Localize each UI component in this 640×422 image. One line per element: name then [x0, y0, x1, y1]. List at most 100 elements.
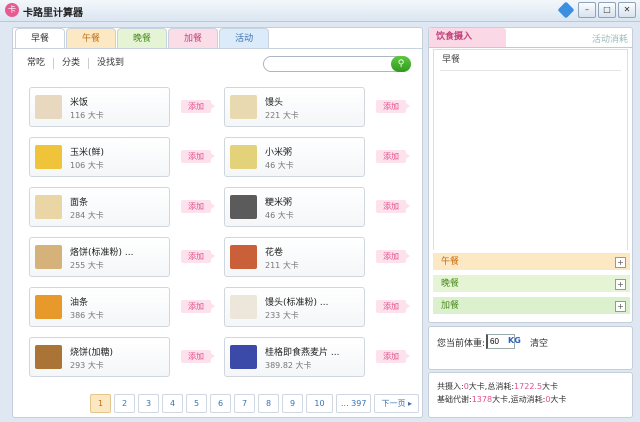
next-page-label: 下一页 [381, 399, 406, 408]
bmr-value: 1378 [471, 395, 493, 404]
food-card[interactable]: 油条 386 大卡 [29, 287, 170, 327]
food-thumbnail [35, 245, 62, 269]
meal-tabs: 早餐 午餐 晚餐 加餐 活动 [15, 28, 270, 49]
food-thumbnail [35, 95, 62, 119]
bmr-unit: 大卡,运动消耗: [492, 395, 546, 404]
page-button-last[interactable]: ... 397 [336, 394, 372, 413]
expand-icon[interactable]: + [615, 301, 626, 312]
add-food-button[interactable]: 添加 [181, 200, 215, 213]
bmr-label: 基础代谢: [437, 395, 472, 404]
food-calories: 116 大卡 [70, 111, 104, 120]
breakfast-list: 早餐 [433, 49, 628, 250]
food-calories: 46 大卡 [265, 161, 294, 170]
food-name: 粳米粥 [265, 198, 293, 208]
maximize-button[interactable]: □ [598, 2, 616, 18]
add-food-button[interactable]: 添加 [181, 300, 215, 313]
pagination: 1 2 3 4 5 6 7 8 9 10 ... 397 下一页 ▸ [90, 394, 420, 413]
summary-line-1: 共摄入:0大卡,总消耗:1722.5大卡 [437, 381, 558, 392]
total-burn-value: 1722.5 [514, 382, 543, 391]
food-card[interactable]: 粳米粥 46 大卡 [224, 187, 365, 227]
page-button[interactable]: 6 [210, 394, 231, 413]
food-card[interactable]: 玉米(鲜) 106 大卡 [29, 137, 170, 177]
expand-icon[interactable]: + [615, 279, 626, 290]
food-card[interactable]: 面条 284 大卡 [29, 187, 170, 227]
next-page-button[interactable]: 下一页 ▸ [374, 394, 420, 413]
search-box: ⚲ [263, 56, 411, 72]
food-card[interactable]: 米饭 116 大卡 [29, 87, 170, 127]
food-card[interactable]: 小米粥 46 大卡 [224, 137, 365, 177]
food-card[interactable]: 馒头 221 大卡 [224, 87, 365, 127]
page-button[interactable]: 7 [234, 394, 255, 413]
page-button[interactable]: 8 [258, 394, 279, 413]
tab-snack[interactable]: 加餐 [168, 28, 219, 49]
food-calories: 293 大卡 [70, 361, 104, 370]
filter-not-found[interactable]: 没找到 [97, 58, 132, 69]
add-food-button[interactable]: 添加 [376, 150, 410, 163]
snack-label: 加餐 [441, 301, 460, 311]
add-food-button[interactable]: 添加 [376, 200, 410, 213]
food-card[interactable]: 烙饼(标准粉) ... 255 大卡 [29, 237, 170, 277]
app-logo-icon: 卡 [5, 3, 19, 17]
lunch-section[interactable]: 午餐 + [433, 252, 630, 270]
food-name: 桂格即食燕麦片 ... [265, 348, 340, 358]
food-calories: 389.82 大卡 [265, 361, 312, 370]
food-name: 米饭 [70, 98, 89, 108]
dinner-section[interactable]: 晚餐 + [433, 274, 630, 292]
summary-panel: 共摄入:0大卡,总消耗:1722.5大卡 基础代谢:1378大卡,运动消耗:0大… [428, 372, 633, 418]
skin-icon[interactable] [557, 1, 575, 19]
tab-activity[interactable]: 活动 [219, 28, 270, 49]
search-input[interactable] [270, 58, 382, 70]
filter-frequent[interactable]: 常吃 [27, 58, 55, 69]
page-button[interactable]: 10 [306, 394, 333, 413]
minimize-button[interactable]: – [578, 2, 596, 18]
snack-section[interactable]: 加餐 + [433, 296, 630, 314]
page-button[interactable]: 4 [162, 394, 183, 413]
page-button[interactable]: 9 [282, 394, 303, 413]
tab-dinner[interactable]: 晚餐 [117, 28, 168, 49]
add-food-button[interactable]: 添加 [376, 250, 410, 263]
page-button[interactable]: 3 [138, 394, 159, 413]
weight-unit: KG [508, 336, 521, 345]
food-calories: 233 大卡 [265, 311, 299, 320]
intake-unit: 大卡,总消耗: [468, 382, 515, 391]
expand-icon[interactable]: + [615, 257, 626, 268]
page-button[interactable]: 5 [186, 394, 207, 413]
tab-divider [13, 48, 422, 49]
food-calories: 106 大卡 [70, 161, 104, 170]
weight-label: 您当前体重: [437, 339, 486, 349]
chevron-right-icon: ▸ [408, 399, 413, 408]
add-food-button[interactable]: 添加 [181, 100, 215, 113]
food-panel: 早餐 午餐 晚餐 加餐 活动 常吃 分类 没找到 ⚲ 米饭 116 大卡 添加 馒头 2… [12, 27, 423, 418]
title-bar: 卡 卡路里计算器 – □ ✕ [0, 0, 640, 22]
filter-links: 常吃 分类 没找到 [27, 58, 140, 69]
tab-lunch[interactable]: 午餐 [66, 28, 117, 49]
food-card[interactable]: 烧饼(加糖) 293 大卡 [29, 337, 170, 377]
food-card[interactable]: 花卷 211 大卡 [224, 237, 365, 277]
close-button[interactable]: ✕ [618, 2, 636, 18]
add-food-button[interactable]: 添加 [181, 150, 215, 163]
add-food-button[interactable]: 添加 [376, 100, 410, 113]
tab-breakfast[interactable]: 早餐 [15, 28, 66, 49]
add-food-button[interactable]: 添加 [376, 350, 410, 363]
food-name: 烧饼(加糖) [70, 348, 114, 358]
filter-category[interactable]: 分类 [62, 58, 90, 69]
food-card[interactable]: 馒头(标准粉) ... 233 大卡 [224, 287, 365, 327]
food-name: 油条 [70, 298, 89, 308]
food-thumbnail [35, 195, 62, 219]
food-thumbnail [35, 345, 62, 369]
page-button[interactable]: 1 [90, 394, 111, 413]
add-food-button[interactable]: 添加 [376, 300, 410, 313]
tab-burn[interactable]: 活动消耗 [592, 32, 628, 45]
page-button[interactable]: 2 [114, 394, 135, 413]
food-name: 面条 [70, 198, 89, 208]
clear-button[interactable]: 清空 [530, 336, 548, 349]
food-thumbnail [230, 195, 257, 219]
food-card[interactable]: 桂格即食燕麦片 ... 389.82 大卡 [224, 337, 365, 377]
food-name: 烙饼(标准粉) ... [70, 248, 134, 258]
food-thumbnail [230, 95, 257, 119]
tab-intake[interactable]: 饮食摄入 [429, 28, 506, 47]
food-calories: 386 大卡 [70, 311, 104, 320]
add-food-button[interactable]: 添加 [181, 350, 215, 363]
search-icon[interactable]: ⚲ [391, 56, 411, 72]
add-food-button[interactable]: 添加 [181, 250, 215, 263]
